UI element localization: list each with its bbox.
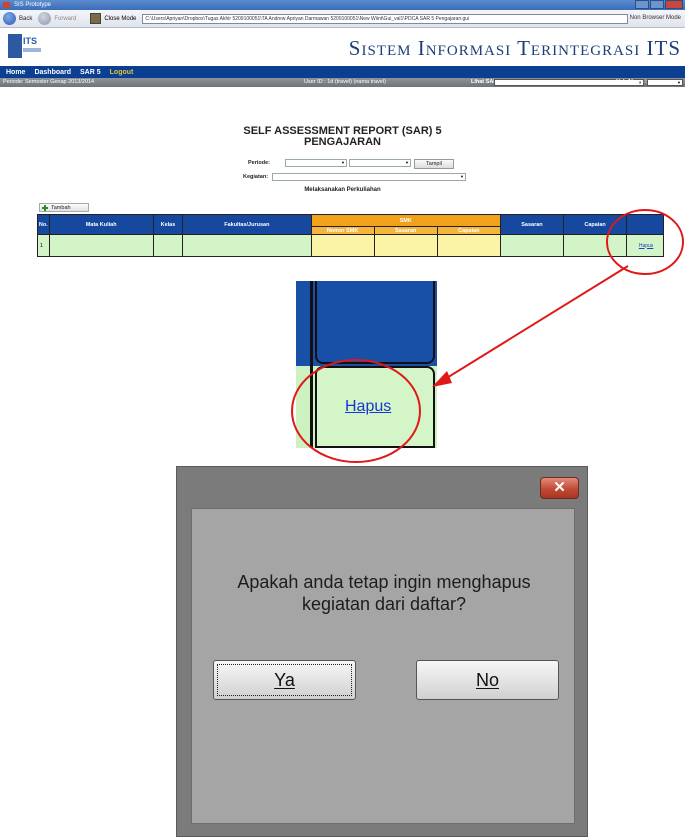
site-title: Sistem Informasi Terintegrasi ITS	[348, 36, 681, 60]
cell-nomor-smk	[310, 234, 375, 257]
col-header-mata-kuliah: Mata Kuliah	[48, 214, 154, 235]
tampil-button[interactable]: Tampil	[414, 159, 454, 169]
tambah-label: Tambah	[51, 205, 71, 211]
cell-no: 1	[37, 234, 50, 257]
plus-icon	[42, 205, 48, 211]
minimize-button[interactable]	[635, 0, 649, 9]
sar-table: No. Mata Kuliah Kelas Fakultas/Jurusan S…	[37, 214, 664, 257]
cell-fakultas	[182, 234, 312, 257]
zoom-hapus-link[interactable]: Hapus	[345, 398, 391, 416]
no-button[interactable]: No	[416, 660, 559, 700]
pointer-arrow	[436, 265, 629, 385]
hak-akses-select[interactable]: ▼	[647, 79, 683, 86]
browser-toolbar: Back Forward Close Mode C:\Users\Apriyan…	[0, 10, 685, 28]
col-header-capaian: Capaian	[563, 214, 628, 235]
close-mode-button[interactable]: Close Mode	[90, 13, 136, 24]
col-header-no: No.	[37, 214, 50, 235]
kegiatan-select[interactable]: ▼	[272, 173, 466, 181]
sar-title-line2: PENGAJARAN	[303, 136, 381, 148]
no-button-label: No	[475, 670, 499, 690]
user-id-text: User ID : 1d (travel) (nama travel)	[304, 79, 386, 85]
cell-kelas	[152, 234, 184, 257]
periode-label: Periode:	[248, 160, 271, 166]
periode-select-1[interactable]: ▼	[285, 159, 347, 167]
app-icon	[3, 2, 10, 8]
dialog-body: Apakah anda tetap ingin menghapus kegiat…	[191, 508, 575, 824]
cell-mata-kuliah	[48, 234, 154, 257]
col-header-sasaran: Sasaran	[499, 214, 565, 235]
cell-sasaran	[499, 234, 565, 257]
col-header-fakultas: Fakultas/Jurusan	[182, 214, 312, 235]
cell-capaian	[563, 234, 628, 257]
hak-akses-label: Hak Akses :	[616, 79, 647, 85]
chevron-down-icon: ▼	[677, 80, 681, 85]
cell-smk-sasaran	[373, 234, 438, 257]
hapus-link[interactable]: Hapus	[626, 234, 664, 257]
main-menu: Home Dashboard SAR 5 Logout	[0, 66, 685, 78]
period-text: Periode: Semester Genap 2013/2014	[3, 79, 95, 85]
forward-button-label[interactable]: Forward	[54, 16, 76, 22]
forward-arrow-icon[interactable]	[38, 12, 52, 25]
menu-item-dashboard[interactable]: Dashboard	[34, 69, 71, 76]
col-header-nomor-smk: Nomor SMK	[310, 226, 375, 235]
col-header-kelas: Kelas	[152, 214, 184, 235]
dialog-close-button[interactable]: ✕	[540, 477, 579, 499]
dialog-message: Apakah anda tetap ingin menghapus kegiat…	[192, 571, 576, 615]
app-screenshot: SIS Prototype Back Forward Close Mode C:…	[0, 0, 685, 265]
window-titlebar: SIS Prototype	[0, 0, 685, 10]
col-header-action	[626, 214, 664, 235]
confirm-dialog: ✕ Apakah anda tetap ingin menghapus kegi…	[176, 466, 588, 837]
dialog-message-line2: kegiatan dari daftar?	[301, 594, 467, 614]
col-header-smk: SMK	[310, 214, 501, 227]
close-icon: ✕	[553, 479, 566, 496]
yes-button[interactable]: Ya	[213, 660, 356, 700]
chevron-down-icon: ▼	[405, 160, 409, 165]
close-mode-icon	[90, 13, 102, 24]
back-button-label[interactable]: Back	[19, 16, 32, 22]
chevron-down-icon: ▼	[460, 174, 464, 179]
zoom-header-cell	[296, 281, 437, 366]
zoom-view: Hapus	[296, 281, 437, 448]
focus-ring	[217, 664, 352, 696]
window-controls	[634, 0, 683, 9]
its-logo: ITS	[8, 34, 42, 62]
close-mode-label: Close Mode	[104, 15, 137, 22]
window-title: SIS Prototype	[14, 2, 52, 8]
table-row: 1 Hapus	[37, 234, 664, 257]
periode-select-2[interactable]: ▼	[349, 159, 411, 167]
col-header-smk-sasaran: Sasaran	[373, 226, 438, 235]
cell-smk-capaian	[436, 234, 501, 257]
site-header: ITS Sistem Informasi Terintegrasi ITS	[0, 28, 685, 66]
section-subheading: Melaksanakan Perkuliahan	[304, 187, 381, 193]
address-bar[interactable]: C:\Users\Apriyan\Dropbox\Tugas Akhir 520…	[142, 13, 629, 24]
info-bar: Periode: Semester Genap 2013/2014 User I…	[0, 78, 685, 87]
tambah-button[interactable]: Tambah	[39, 203, 89, 212]
back-arrow-icon[interactable]	[3, 12, 16, 25]
kegiatan-label: Kegiatan:	[243, 174, 269, 180]
col-header-smk-capaian: Capaian	[436, 226, 501, 235]
dialog-message-line1: Apakah anda tetap ingin menghapus	[237, 572, 531, 592]
menu-item-logout[interactable]: Logout	[110, 69, 134, 76]
window-close-button[interactable]	[665, 0, 683, 9]
menu-item-home[interactable]: Home	[6, 69, 25, 76]
menu-item-sar5[interactable]: SAR 5	[80, 69, 101, 76]
non-browser-mode-button[interactable]: Non Browser Mode	[630, 15, 681, 21]
maximize-button[interactable]	[650, 0, 664, 9]
chevron-down-icon: ▼	[341, 160, 345, 165]
